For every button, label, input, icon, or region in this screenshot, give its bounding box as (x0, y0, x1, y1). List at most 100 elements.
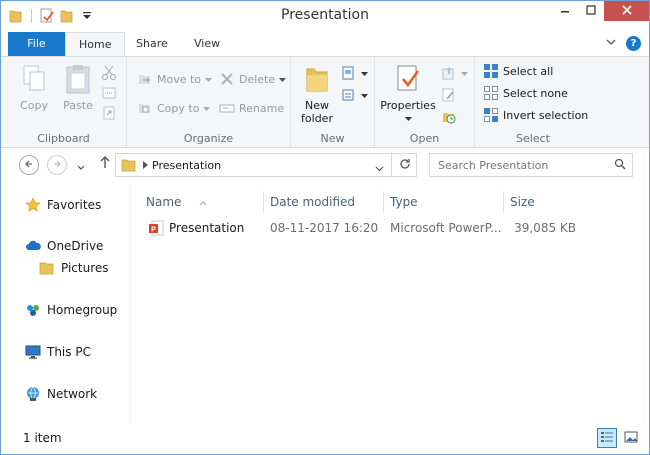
star-icon (25, 197, 41, 213)
group-label-open: Open (409, 132, 440, 145)
cut-button[interactable] (101, 63, 117, 83)
nav-item-this-pc[interactable]: This PC (25, 344, 91, 360)
network-icon (25, 386, 41, 402)
paste-label: Paste (63, 99, 93, 112)
minimize-icon (560, 4, 570, 19)
invert-selection-button[interactable]: Invert selection (483, 105, 588, 125)
chevron-down-icon[interactable] (375, 162, 384, 175)
select-all-label: Select all (503, 64, 554, 78)
paste-button[interactable]: Paste (57, 63, 99, 112)
invert-selection-label: Invert selection (503, 108, 589, 122)
search-box (429, 153, 633, 177)
nav-item-label: Pictures (61, 261, 109, 275)
copy-to-button[interactable]: Copy to (137, 98, 211, 118)
copy-to-icon (137, 100, 153, 116)
new-item-button[interactable] (341, 63, 368, 83)
column-header-type[interactable]: Type (384, 191, 504, 213)
breadcrumb[interactable]: Presentation (152, 159, 221, 172)
svg-text:P: P (151, 227, 156, 234)
paste-icon (62, 63, 94, 95)
history-icon (441, 109, 457, 125)
tab-share[interactable]: Share (123, 32, 181, 56)
nav-item-onedrive[interactable]: OneDrive (25, 238, 103, 254)
column-header-name[interactable]: Name (132, 191, 264, 213)
properties-button[interactable]: Properties (379, 63, 437, 125)
cloud-icon (25, 238, 41, 254)
select-all-button[interactable]: Select all (483, 61, 553, 81)
copy-icon (18, 63, 50, 95)
new-folder-label-line2: folder (301, 112, 333, 125)
close-button[interactable] (604, 1, 649, 21)
group-label-clipboard: Clipboard (37, 132, 90, 145)
folder-icon (301, 63, 333, 95)
copy-label: Copy (20, 99, 48, 112)
forward-button[interactable] (47, 155, 67, 175)
delete-button[interactable]: Delete (219, 69, 287, 89)
new-item-icon (341, 65, 357, 81)
navigation-bar: Presentation (1, 149, 649, 183)
group-label-select: Select (516, 132, 550, 145)
large-icons-view-button[interactable] (621, 428, 641, 448)
chevron-down-icon (379, 112, 437, 125)
column-header-date-modified[interactable]: Date modified (264, 191, 384, 213)
nav-item-label: This PC (47, 345, 91, 359)
nav-item-homegroup[interactable]: Homegroup (25, 302, 117, 318)
easy-access-button[interactable] (341, 85, 368, 105)
nav-item-label: OneDrive (47, 239, 104, 253)
search-icon[interactable] (614, 158, 626, 173)
history-button[interactable] (441, 107, 457, 127)
chevron-down-icon[interactable] (606, 37, 616, 50)
tab-home[interactable]: Home (65, 32, 126, 57)
column-header-size[interactable]: Size (504, 191, 584, 213)
select-none-button[interactable]: Select none (483, 83, 568, 103)
tab-view[interactable]: View (181, 32, 233, 56)
search-input[interactable] (438, 158, 608, 172)
minimize-button[interactable] (552, 1, 578, 21)
nav-item-label: Homegroup (47, 303, 118, 317)
tab-file[interactable]: File (8, 32, 65, 56)
title-bar: Presentation (1, 1, 649, 31)
nav-item-label: Favorites (47, 198, 102, 212)
copy-path-button[interactable] (101, 83, 117, 103)
group-label-organize: Organize (183, 132, 234, 145)
move-to-label: Move to (157, 72, 202, 86)
move-to-button[interactable]: Move to (137, 69, 213, 89)
copy-to-label: Copy to (157, 101, 200, 115)
column-header-label: Date modified (270, 195, 356, 209)
copy-button[interactable]: Copy (11, 63, 57, 112)
breadcrumb-separator-icon (143, 159, 148, 172)
status-bar: 1 item (1, 424, 649, 454)
address-bar[interactable]: Presentation (115, 153, 417, 177)
properties-label: Properties (380, 99, 436, 112)
select-all-icon (483, 63, 499, 79)
sort-ascending-icon (199, 193, 207, 215)
rename-button[interactable]: Rename (219, 98, 284, 118)
nav-item-network[interactable]: Network (25, 386, 97, 402)
maximize-icon (586, 4, 596, 19)
paste-shortcut-button[interactable] (101, 103, 117, 123)
forward-icon (52, 158, 62, 172)
file-name: Presentation (169, 221, 245, 235)
details-view-button[interactable] (597, 428, 617, 448)
edit-button[interactable] (441, 85, 457, 105)
recent-locations-chevron-icon[interactable] (77, 161, 85, 174)
maximize-button[interactable] (578, 1, 604, 21)
open-button[interactable] (441, 63, 468, 83)
nav-item-favorites[interactable]: Favorites (25, 197, 101, 213)
folder-icon (121, 157, 137, 173)
close-icon (621, 4, 632, 19)
table-row[interactable]: P Presentation 08-11-2017 16:20 Microsof… (142, 217, 642, 239)
chevron-down-icon (205, 73, 213, 86)
ribbon-right-controls: ? (606, 36, 641, 51)
chevron-down-icon (203, 102, 211, 115)
help-icon[interactable]: ? (626, 36, 641, 51)
copy-path-icon (101, 85, 117, 101)
refresh-button[interactable] (391, 153, 417, 177)
back-button[interactable] (19, 155, 39, 175)
up-button[interactable] (99, 155, 111, 173)
new-folder-button[interactable]: New folder (297, 63, 337, 125)
nav-item-pictures[interactable]: Pictures (39, 260, 109, 276)
powerpoint-file-icon: P (148, 220, 164, 236)
scissors-icon (101, 65, 117, 81)
details-view-icon (600, 431, 614, 446)
